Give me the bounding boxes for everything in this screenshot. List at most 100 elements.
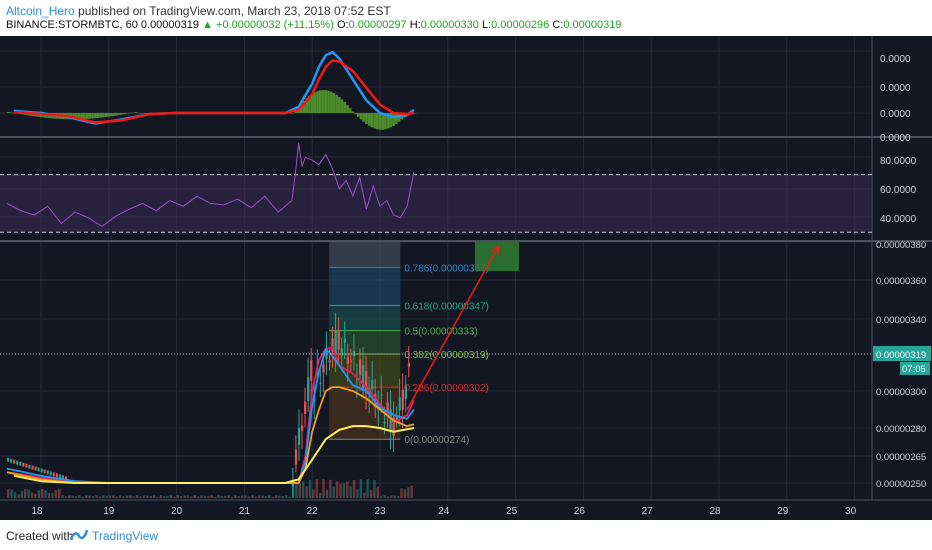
rsi-axis-tick-label: 60.0000 xyxy=(880,185,917,196)
macd-histogram-bar xyxy=(340,99,344,113)
volume-bar xyxy=(163,495,166,498)
volume-bar xyxy=(173,496,176,498)
open-value: 0.00000297 xyxy=(348,19,407,31)
time-axis-tick-label: 21 xyxy=(239,506,251,517)
volume-bar xyxy=(339,483,342,498)
macd-histogram-bar xyxy=(131,112,135,114)
volume-bar xyxy=(203,495,207,498)
volume-bar xyxy=(346,481,349,498)
volume-bar xyxy=(312,489,315,498)
macd-histogram-bar xyxy=(93,113,97,119)
volume-bar xyxy=(213,496,217,498)
volume-bar xyxy=(71,495,74,498)
current-price-label: 0.00000319 xyxy=(876,350,926,361)
volume-bar xyxy=(186,495,190,498)
volume-bar xyxy=(64,496,68,498)
fib-level-label: 0.618(0.00000347) xyxy=(404,301,489,312)
volume-bar xyxy=(315,479,318,498)
candle-body xyxy=(294,449,298,465)
volume-bar xyxy=(210,495,213,498)
candle-body xyxy=(297,428,301,445)
candle-body xyxy=(40,468,43,473)
volume-bar xyxy=(373,479,376,498)
candle-body xyxy=(49,471,52,476)
macd-histogram-bar xyxy=(346,105,349,113)
high-label: H: xyxy=(409,19,421,31)
macd-histogram-bar xyxy=(373,113,376,129)
volume-bar xyxy=(281,495,285,498)
rsi-axis-tick-label: 80.0000 xyxy=(880,156,917,167)
volume-bar xyxy=(10,489,13,498)
candle-body xyxy=(383,421,386,424)
macd-histogram-bar xyxy=(392,113,395,126)
volume-bar xyxy=(220,495,224,498)
volume-bar xyxy=(44,490,47,498)
fib-level-label: 0(0.00000274) xyxy=(404,435,469,446)
time-axis-tick-label: 19 xyxy=(103,506,115,517)
candle-body xyxy=(55,473,58,478)
candle-body xyxy=(37,467,40,472)
macd-histogram-bar xyxy=(413,113,417,114)
price-axis-tick-label: 0.00000300 xyxy=(876,387,926,398)
volume-bar xyxy=(149,496,152,498)
volume-bar xyxy=(102,495,105,498)
candle-body xyxy=(13,459,16,464)
volume-bar xyxy=(305,486,308,498)
volume-bar xyxy=(200,495,203,498)
volume-bar xyxy=(329,479,332,498)
chart-svg[interactable]: 0.786(0.00000367)0.618(0.00000347)0.5(0.… xyxy=(0,36,932,520)
macd-histogram-bar xyxy=(134,112,138,113)
candle-body xyxy=(343,338,346,343)
volume-bar xyxy=(264,496,268,498)
macd-histogram-bar xyxy=(354,113,357,115)
volume-bar xyxy=(400,488,403,498)
candle-body xyxy=(319,382,322,384)
volume-bar xyxy=(237,496,241,498)
macd-axis-tick-label: 0.0000 xyxy=(880,133,911,144)
volume-bar xyxy=(41,489,44,498)
low-value: 0.00000296 xyxy=(491,19,550,31)
price-panel-bg xyxy=(0,242,872,500)
candle-body xyxy=(58,474,61,479)
macd-histogram-bar xyxy=(313,92,317,113)
macd-histogram-bar xyxy=(126,113,130,114)
macd-histogram-bar xyxy=(324,90,328,113)
time-axis-tick-label: 28 xyxy=(709,506,721,517)
volume-bar xyxy=(129,495,132,498)
change-value: +0.00000032 (+11.15%) xyxy=(216,19,334,31)
volume-bar xyxy=(68,495,71,498)
volume-bar xyxy=(81,496,85,498)
author-link[interactable]: Altcoin_Hero xyxy=(6,4,75,18)
tradingview-link[interactable]: TradingView xyxy=(92,529,158,543)
published-text: published on TradingView.com, March 23, … xyxy=(78,4,391,18)
close-value: 0.00000319 xyxy=(563,19,622,31)
volume-bar xyxy=(251,495,254,498)
volume-bar xyxy=(302,481,305,498)
volume-bar xyxy=(271,496,274,498)
macd-axis-tick-label: 0.0000 xyxy=(880,54,911,65)
volume-bar xyxy=(159,495,163,498)
candle-body xyxy=(52,472,55,477)
high-value: 0.00000330 xyxy=(420,19,479,31)
volume-bar xyxy=(403,489,407,498)
volume-bar xyxy=(51,493,54,498)
chart-area[interactable]: 0.786(0.00000367) 0.618(0.00000347) 0.5(0.… xyxy=(0,36,932,520)
volume-bar xyxy=(91,495,95,498)
candle-body xyxy=(358,359,362,375)
fib-zone xyxy=(329,354,401,388)
rsi-band-fill xyxy=(0,174,872,233)
macd-histogram-bar xyxy=(343,102,347,113)
volume-bar xyxy=(261,495,264,498)
candle-body xyxy=(34,466,37,471)
candle-body xyxy=(322,364,325,373)
candle-body xyxy=(380,394,383,396)
volume-bar xyxy=(132,496,135,498)
volume-bar xyxy=(108,495,112,498)
macd-histogram-bar xyxy=(112,113,116,116)
candle-body xyxy=(371,379,374,390)
volume-bar xyxy=(274,495,278,498)
candle-body xyxy=(340,348,343,356)
macd-histogram-bar xyxy=(318,90,322,113)
volume-bar xyxy=(54,490,57,498)
volume-bar xyxy=(88,495,91,498)
